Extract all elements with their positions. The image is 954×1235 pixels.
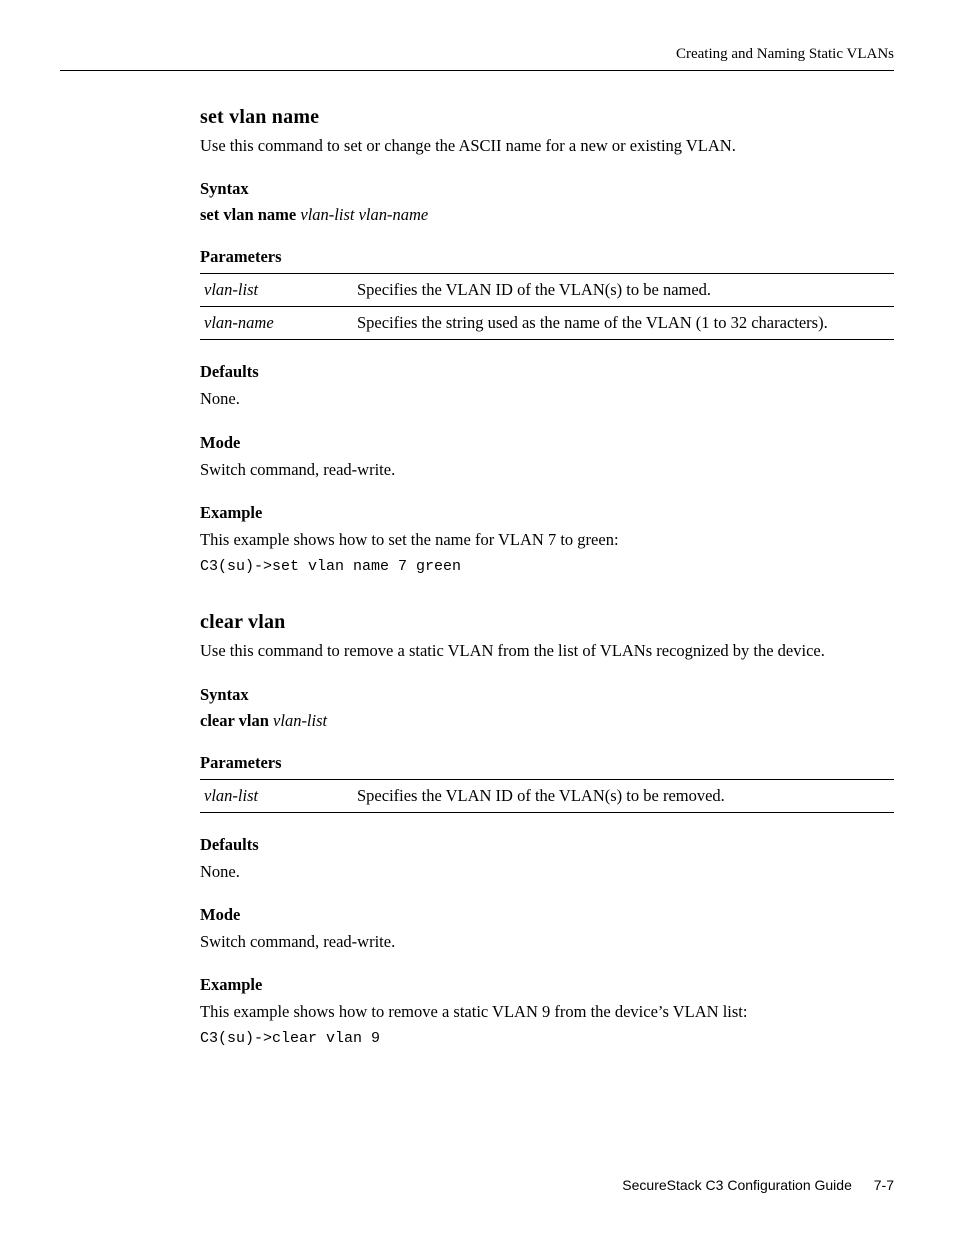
mode-text: Switch command, read-write. xyxy=(200,931,894,953)
mode-heading: Mode xyxy=(200,905,894,925)
page: Creating and Naming Static VLANs set vla… xyxy=(0,0,954,1235)
command-description: Use this command to set or change the AS… xyxy=(200,135,894,157)
syntax-keyword: set vlan name xyxy=(200,205,296,224)
parameters-table: vlan-list Specifies the VLAN ID of the V… xyxy=(200,273,894,340)
defaults-text: None. xyxy=(200,388,894,410)
table-row: vlan-name Specifies the string used as t… xyxy=(200,307,894,340)
defaults-text: None. xyxy=(200,861,894,883)
syntax-line: set vlan name vlan-list vlan-name xyxy=(200,205,894,225)
header-rule xyxy=(60,70,894,71)
example-heading: Example xyxy=(200,503,894,523)
example-code: C3(su)->clear vlan 9 xyxy=(200,1029,894,1049)
example-lead: This example shows how to remove a stati… xyxy=(200,1001,894,1023)
defaults-heading: Defaults xyxy=(200,835,894,855)
param-name: vlan-name xyxy=(200,307,353,340)
syntax-heading: Syntax xyxy=(200,685,894,705)
header-section-title: Creating and Naming Static VLANs xyxy=(676,46,894,63)
footer-page-number: 7-7 xyxy=(874,1177,894,1193)
syntax-keyword: clear vlan xyxy=(200,711,269,730)
parameters-heading: Parameters xyxy=(200,753,894,773)
syntax-arg: vlan-name xyxy=(359,205,429,224)
example-code: C3(su)->set vlan name 7 green xyxy=(200,557,894,577)
content-area: set vlan name Use this command to set or… xyxy=(200,100,894,1050)
example-lead: This example shows how to set the name f… xyxy=(200,529,894,551)
command-description: Use this command to remove a static VLAN… xyxy=(200,640,894,662)
parameters-heading: Parameters xyxy=(200,247,894,267)
command-title: clear vlan xyxy=(200,611,894,634)
mode-heading: Mode xyxy=(200,433,894,453)
example-heading: Example xyxy=(200,975,894,995)
command-title: set vlan name xyxy=(200,106,894,129)
parameters-table: vlan-list Specifies the VLAN ID of the V… xyxy=(200,779,894,813)
spacer xyxy=(200,577,894,605)
syntax-heading: Syntax xyxy=(200,179,894,199)
mode-text: Switch command, read-write. xyxy=(200,459,894,481)
param-desc: Specifies the VLAN ID of the VLAN(s) to … xyxy=(353,274,894,307)
param-name: vlan-list xyxy=(200,274,353,307)
footer-doc-title: SecureStack C3 Configuration Guide xyxy=(622,1177,852,1193)
table-row: vlan-list Specifies the VLAN ID of the V… xyxy=(200,779,894,812)
param-desc: Specifies the string used as the name of… xyxy=(353,307,894,340)
param-name: vlan-list xyxy=(200,779,353,812)
syntax-line: clear vlan vlan-list xyxy=(200,711,894,731)
param-desc: Specifies the VLAN ID of the VLAN(s) to … xyxy=(353,779,894,812)
syntax-arg: vlan-list xyxy=(300,205,354,224)
syntax-arg: vlan-list xyxy=(273,711,327,730)
defaults-heading: Defaults xyxy=(200,362,894,382)
table-row: vlan-list Specifies the VLAN ID of the V… xyxy=(200,274,894,307)
page-footer: SecureStack C3 Configuration Guide 7-7 xyxy=(622,1177,894,1193)
